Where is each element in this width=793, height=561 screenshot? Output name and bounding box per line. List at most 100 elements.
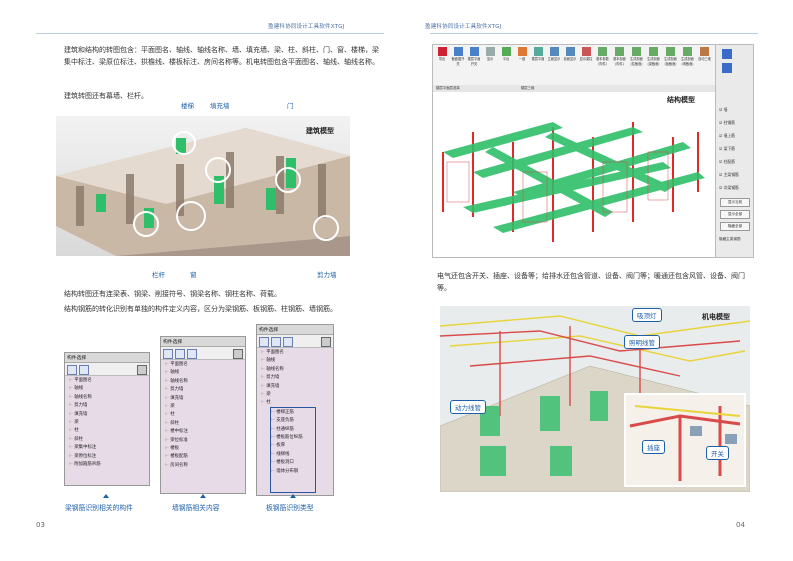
list-item[interactable]: 填充墙 bbox=[165, 395, 245, 403]
view-tabbar: 楼层平面层选择 楼层三维 bbox=[433, 85, 715, 92]
filter-tool-icon[interactable] bbox=[187, 349, 197, 359]
up-arrow-icon[interactable] bbox=[722, 49, 732, 59]
hide-main-beam-option[interactable]: 隐藏主梁钢筋 bbox=[716, 237, 753, 242]
checkbox-item[interactable]: ☑ 梁下筋 bbox=[719, 142, 753, 155]
list-item[interactable]: 轴线 bbox=[261, 357, 333, 365]
caption-arrow bbox=[200, 494, 206, 498]
list-item[interactable]: 填充墙 bbox=[69, 411, 149, 419]
list-item[interactable]: 柱 bbox=[165, 411, 245, 419]
right-para-1: 电气还包含开关、插座、设备等；给排水还包含管道、设备、阀门等；暖通还包含风管、设… bbox=[437, 272, 745, 292]
checkbox-item[interactable]: ☑ 次梁钢筋 bbox=[719, 181, 753, 194]
list-item[interactable]: 轴线名称 bbox=[261, 366, 333, 374]
side-check-list: ☑ 墙 ☑ 柱钢筋 ☑ 墙上筋 ☑ 梁下筋 ☑ 柱配筋 ☑ 主梁钢筋 ☑ 次梁钢… bbox=[716, 103, 753, 194]
panel3-list: 平面图名 轴线 轴线名称 剪力墙 填充墙 梁 柱 bbox=[257, 348, 333, 408]
layer-tool-icon[interactable] bbox=[175, 349, 185, 359]
list-item[interactable]: 梁集中标注 bbox=[69, 444, 149, 452]
list-item[interactable]: 梁原位标注 bbox=[69, 453, 149, 461]
layer-tool-icon[interactable] bbox=[79, 365, 89, 375]
struct-3d-view bbox=[433, 92, 715, 257]
toolbar-btn[interactable]: 截面图开关 bbox=[451, 47, 465, 83]
down-arrow-icon[interactable] bbox=[722, 63, 732, 73]
select-tool-icon[interactable] bbox=[163, 349, 173, 359]
list-item[interactable]: 轴线名称 bbox=[165, 378, 245, 386]
toolbar-btn[interactable]: 导出 bbox=[435, 47, 449, 83]
panel-toolbar bbox=[161, 347, 245, 360]
list-item[interactable]: 柱 bbox=[69, 427, 149, 435]
list-item[interactable]: 梁位标准 bbox=[165, 437, 245, 445]
callout-stair: 楼梯 bbox=[181, 102, 194, 110]
layer-tool-icon[interactable] bbox=[271, 337, 281, 347]
toolbar-btn[interactable]: 剖面显示 bbox=[563, 47, 577, 83]
component-panel-beam: 构件选择 平面图名 轴线 轴线名称 剪力墙 填充墙 梁 柱 斜柱 梁集中标注 梁… bbox=[64, 352, 150, 486]
struct-side-panel: ☑ 墙 ☑ 柱钢筋 ☑ 墙上筋 ☑ 梁下筋 ☑ 柱配筋 ☑ 主梁钢筋 ☑ 次梁钢… bbox=[715, 45, 753, 257]
list-item[interactable]: 楼板配筋 bbox=[165, 453, 245, 461]
list-item[interactable]: 填充墙 bbox=[261, 383, 333, 391]
list-item[interactable]: 轴线名称 bbox=[69, 394, 149, 402]
list-item[interactable]: 斜柱 bbox=[165, 420, 245, 428]
show-current-button[interactable]: 显示当前 bbox=[720, 198, 750, 207]
caption-arrow bbox=[290, 494, 296, 498]
trash-icon[interactable] bbox=[321, 337, 331, 347]
header-rule-right bbox=[430, 33, 758, 34]
list-item[interactable]: 梁 bbox=[261, 391, 333, 399]
list-item[interactable]: 轴线 bbox=[165, 369, 245, 377]
callout-door: 门 bbox=[287, 102, 294, 110]
list-item[interactable]: 平面图名 bbox=[69, 377, 149, 385]
checkbox-item[interactable]: ☑ 墙 bbox=[719, 103, 753, 116]
list-item[interactable]: 梁 bbox=[69, 419, 149, 427]
toolbar-btn[interactable]: 生成剖面(板截面) bbox=[663, 47, 678, 83]
toolbar-btn[interactable]: 一键 bbox=[515, 47, 529, 83]
trash-icon[interactable] bbox=[233, 349, 243, 359]
list-item[interactable]: 轴线 bbox=[69, 385, 149, 393]
checkbox-item[interactable]: ☑ 主梁钢筋 bbox=[719, 168, 753, 181]
toolbar-btn[interactable]: 显示梁柱 bbox=[579, 47, 593, 83]
list-item[interactable]: 剪力墙 bbox=[69, 402, 149, 410]
toolbar-btn[interactable]: 楼层平面开关 bbox=[467, 47, 481, 83]
left-para-1: 建筑和结构的转图包含：平面图名、轴线、轴线名称、墙、填充墙、梁、柱、斜柱、门、窗… bbox=[64, 46, 379, 66]
toolbar-btn[interactable]: 生成剖面(墙截面) bbox=[680, 47, 695, 83]
toolbar-btn[interactable]: 楼层平面 bbox=[531, 47, 545, 83]
struct-model-figure: 导出 截面图开关 楼层平面开关 显示 平台 一键 楼层平面 立面显示 剖面显示 … bbox=[432, 44, 754, 258]
callout-ceiling-light: 吸顶灯 bbox=[632, 308, 662, 322]
list-item[interactable]: 房间名称 bbox=[165, 462, 245, 470]
filter-tool-icon[interactable] bbox=[283, 337, 293, 347]
toolbar-btn[interactable]: 基本剖面(构件) bbox=[612, 47, 627, 83]
hide-all-button[interactable]: 隐藏全部 bbox=[720, 222, 750, 231]
toolbar-btn[interactable]: 立面显示 bbox=[547, 47, 561, 83]
toolbar-btn[interactable]: 自动三维 bbox=[697, 47, 712, 83]
callout-window: 窗 bbox=[190, 271, 197, 279]
toolbar-btn[interactable]: 显示 bbox=[483, 47, 497, 83]
tab-floor-select[interactable]: 楼层平面层选择 bbox=[436, 86, 460, 90]
select-tool-icon[interactable] bbox=[259, 337, 269, 347]
arch-model-figure: 建筑模型 bbox=[56, 116, 350, 256]
list-item[interactable]: 平面图名 bbox=[165, 361, 245, 369]
arch-model-title: 建筑模型 bbox=[306, 127, 334, 135]
list-item[interactable]: 附加箍筋吊筋 bbox=[69, 461, 149, 469]
trash-icon[interactable] bbox=[137, 365, 147, 375]
caption-arrow bbox=[103, 494, 109, 498]
list-item[interactable]: 剪力墙 bbox=[261, 374, 333, 382]
list-item[interactable]: 斜柱 bbox=[69, 436, 149, 444]
callout-railing: 栏杆 bbox=[152, 271, 165, 279]
list-item[interactable]: 楼板 bbox=[165, 445, 245, 453]
checkbox-item[interactable]: ☑ 墙上筋 bbox=[719, 129, 753, 142]
callout-shear-wall: 剪力墙 bbox=[317, 271, 337, 279]
toolbar-btn[interactable]: 平台 bbox=[499, 47, 513, 83]
list-item[interactable]: 平面图名 bbox=[261, 349, 333, 357]
show-all-button[interactable]: 显示全部 bbox=[720, 210, 750, 219]
checkbox-item[interactable]: ☑ 柱配筋 bbox=[719, 155, 753, 168]
mep-3d-view bbox=[440, 306, 750, 492]
toolbar-btn[interactable]: 基本参数(构件) bbox=[595, 47, 610, 83]
list-item[interactable]: 楼中标注 bbox=[165, 428, 245, 436]
caption-slab-rebar: 板钢筋识别类型 bbox=[266, 504, 314, 512]
list-item[interactable]: 梁 bbox=[165, 403, 245, 411]
toolbar-buttons: 导出 截面图开关 楼层平面开关 显示 平台 一键 楼层平面 立面显示 剖面显示 … bbox=[433, 45, 714, 85]
callout-power-conduit: 动力线管 bbox=[450, 400, 486, 414]
ribbon-toolbar: 导出 截面图开关 楼层平面开关 显示 平台 一键 楼层平面 立面显示 剖面显示 … bbox=[433, 45, 715, 86]
toolbar-btn[interactable]: 生成剖面(梁截面) bbox=[646, 47, 661, 83]
toolbar-btn[interactable]: 生成剖面(柱截面) bbox=[629, 47, 644, 83]
select-tool-icon[interactable] bbox=[67, 365, 77, 375]
checkbox-item[interactable]: ☑ 柱钢筋 bbox=[719, 116, 753, 129]
list-item[interactable]: 剪力墙 bbox=[165, 386, 245, 394]
tab-3d-view[interactable]: 楼层三维 bbox=[521, 86, 535, 90]
